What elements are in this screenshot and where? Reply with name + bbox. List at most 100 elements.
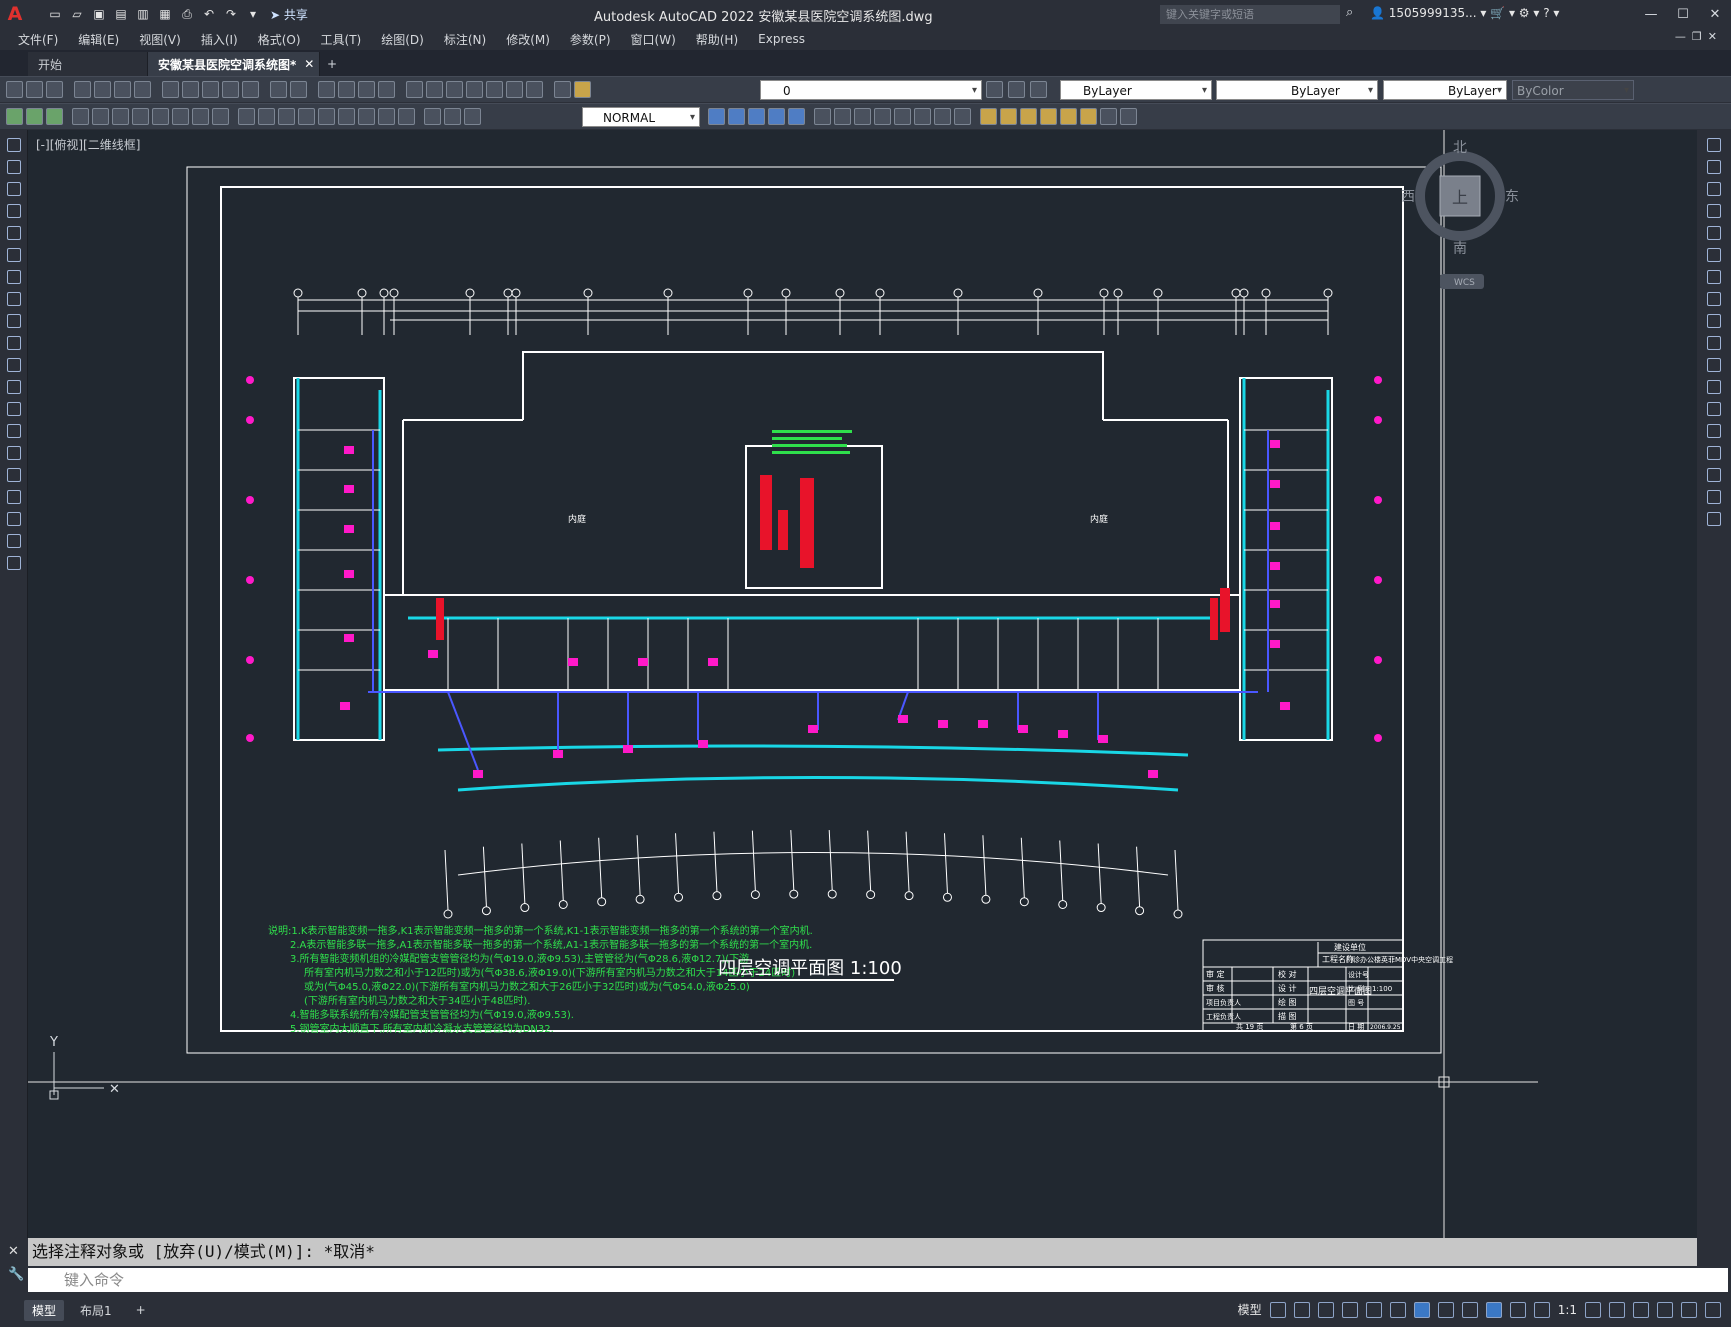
- annotation-visibility-icon[interactable]: [1485, 1301, 1502, 1318]
- menu-dimension[interactable]: 标注(N): [434, 31, 496, 48]
- mirror-icon[interactable]: [1707, 182, 1721, 196]
- point-icon[interactable]: [7, 424, 21, 438]
- offset-tool-icon[interactable]: [874, 108, 891, 125]
- web-mobile-icon[interactable]: ▥: [134, 6, 152, 22]
- stretch-icon[interactable]: [1707, 314, 1721, 328]
- insert-icon[interactable]: [7, 380, 21, 394]
- copy-icon[interactable]: [182, 81, 199, 98]
- properties-icon[interactable]: [406, 81, 423, 98]
- compass-south[interactable]: 南: [1453, 241, 1467, 257]
- mirror-tool-icon[interactable]: [854, 108, 871, 125]
- bring-above-icon[interactable]: [768, 108, 785, 125]
- text-icon[interactable]: [7, 534, 21, 548]
- layer-dropdown[interactable]: 0 ▾: [760, 80, 982, 100]
- region-left-icon[interactable]: [7, 490, 21, 504]
- drawing-canvas[interactable]: [-][俯视][二维线框] 内庭 内庭 说明:1.K表示智能变频一拖多,K1表示…: [28, 130, 1697, 1238]
- linetype-dropdown[interactable]: ByLayer ▾: [1216, 80, 1378, 100]
- close-tab-icon[interactable]: ✕: [304, 57, 314, 71]
- tab-drawing[interactable]: 安徽某县医院空调系统图* ✕: [148, 52, 320, 76]
- command-input[interactable]: 键入命令: [28, 1268, 1728, 1292]
- copy-right-icon[interactable]: [1707, 160, 1721, 174]
- draworder-icon[interactable]: [708, 108, 725, 125]
- tool-palettes-icon[interactable]: [446, 81, 463, 98]
- auto-scale-icon[interactable]: [1509, 1301, 1526, 1318]
- chamfer-icon[interactable]: [1707, 446, 1721, 460]
- layer-match-icon[interactable]: [1030, 81, 1047, 98]
- rectangle-icon[interactable]: [7, 226, 21, 240]
- zoom-window-icon[interactable]: [358, 81, 375, 98]
- customization-icon[interactable]: [1705, 1301, 1721, 1318]
- stretch-tool-icon[interactable]: [954, 108, 971, 125]
- copy-tool-icon[interactable]: [834, 108, 851, 125]
- polar-icon[interactable]: [1341, 1301, 1358, 1318]
- open-file-icon[interactable]: ▱: [68, 6, 86, 22]
- compass-west[interactable]: 西: [1401, 189, 1415, 205]
- dim-override-icon[interactable]: [46, 108, 63, 125]
- menu-file[interactable]: 文件(F): [8, 31, 68, 48]
- menu-tools[interactable]: 工具(T): [311, 31, 372, 48]
- save-icon[interactable]: ▣: [90, 6, 108, 22]
- model-space-label[interactable]: 模型: [1238, 1301, 1262, 1318]
- grid-icon[interactable]: [1269, 1301, 1286, 1318]
- cut-icon[interactable]: [162, 81, 179, 98]
- xline-icon[interactable]: [7, 160, 21, 174]
- qnew-icon[interactable]: [6, 81, 23, 98]
- explode-icon[interactable]: [1707, 512, 1721, 526]
- send-under-icon[interactable]: [788, 108, 805, 125]
- menu-view[interactable]: 视图(V): [129, 31, 191, 48]
- continue-dim-icon[interactable]: [278, 108, 295, 125]
- viewcube-top-label[interactable]: 上: [1452, 188, 1468, 207]
- search-icon[interactable]: ⌕: [1346, 5, 1353, 20]
- lineweight-icon[interactable]: [1437, 1301, 1454, 1318]
- layer-properties-icon[interactable]: [554, 81, 571, 98]
- layer-state-icon[interactable]: [574, 81, 591, 98]
- rotate-icon[interactable]: [1707, 270, 1721, 284]
- zoom-realtime-icon[interactable]: [338, 81, 355, 98]
- break-icon[interactable]: [1707, 402, 1721, 416]
- ortho-icon[interactable]: [1317, 1301, 1334, 1318]
- dim-reassoc-icon[interactable]: [464, 108, 481, 125]
- matchprop-icon[interactable]: [222, 81, 239, 98]
- redo-tool-icon[interactable]: [290, 81, 307, 98]
- plotstyle-dropdown[interactable]: ByColor ▾: [1512, 80, 1634, 100]
- polygon-icon[interactable]: [7, 204, 21, 218]
- block-editor-icon[interactable]: [242, 81, 259, 98]
- customize-command-icon[interactable]: 🔧: [0, 1259, 28, 1282]
- dim-edit-icon[interactable]: [424, 108, 441, 125]
- scale-icon[interactable]: [1707, 292, 1721, 306]
- save-as-icon[interactable]: ▤: [112, 6, 130, 22]
- clean-screen-icon[interactable]: [1681, 1301, 1697, 1318]
- tolerance-icon[interactable]: [338, 108, 355, 125]
- circle-icon[interactable]: [7, 270, 21, 284]
- calculator-icon[interactable]: [506, 81, 523, 98]
- viewcube[interactable]: 上 北 南 东 西 WCS: [1401, 140, 1519, 289]
- preview-icon[interactable]: [94, 81, 111, 98]
- markup-icon[interactable]: [486, 81, 503, 98]
- sheet-set-icon[interactable]: [466, 81, 483, 98]
- annotation-scale-icon[interactable]: [1533, 1301, 1550, 1318]
- tab-model[interactable]: 模型: [24, 1299, 65, 1321]
- annotation-scale-value[interactable]: 1:1: [1558, 1303, 1577, 1317]
- ordinate-dim-icon[interactable]: [132, 108, 149, 125]
- app-logo-icon[interactable]: A: [0, 0, 30, 28]
- polyline-icon[interactable]: [7, 182, 21, 196]
- region-icon[interactable]: [1080, 108, 1097, 125]
- share-button[interactable]: ➤ 共享: [270, 6, 308, 23]
- diameter-dim-icon[interactable]: [192, 108, 209, 125]
- attach-xref-icon[interactable]: [1020, 108, 1037, 125]
- insert-block-icon[interactable]: [980, 108, 997, 125]
- maximize-button[interactable]: ☐: [1667, 0, 1699, 28]
- spline-icon[interactable]: [7, 314, 21, 328]
- hatch-left-icon[interactable]: [7, 446, 21, 460]
- pan-icon[interactable]: [318, 81, 335, 98]
- viewport-controls[interactable]: [-][俯视][二维线框]: [36, 136, 140, 153]
- menu-format[interactable]: 格式(O): [248, 31, 311, 48]
- extend-icon[interactable]: [1707, 358, 1721, 372]
- isodraft-icon[interactable]: [1365, 1301, 1382, 1318]
- angular-dim-icon[interactable]: [212, 108, 229, 125]
- baseline-dim-icon[interactable]: [258, 108, 275, 125]
- add-selected-icon[interactable]: [7, 556, 21, 570]
- jogged-linear-icon[interactable]: [398, 108, 415, 125]
- scale-tool-icon[interactable]: [934, 108, 951, 125]
- plot-icon[interactable]: ⎙: [178, 6, 196, 22]
